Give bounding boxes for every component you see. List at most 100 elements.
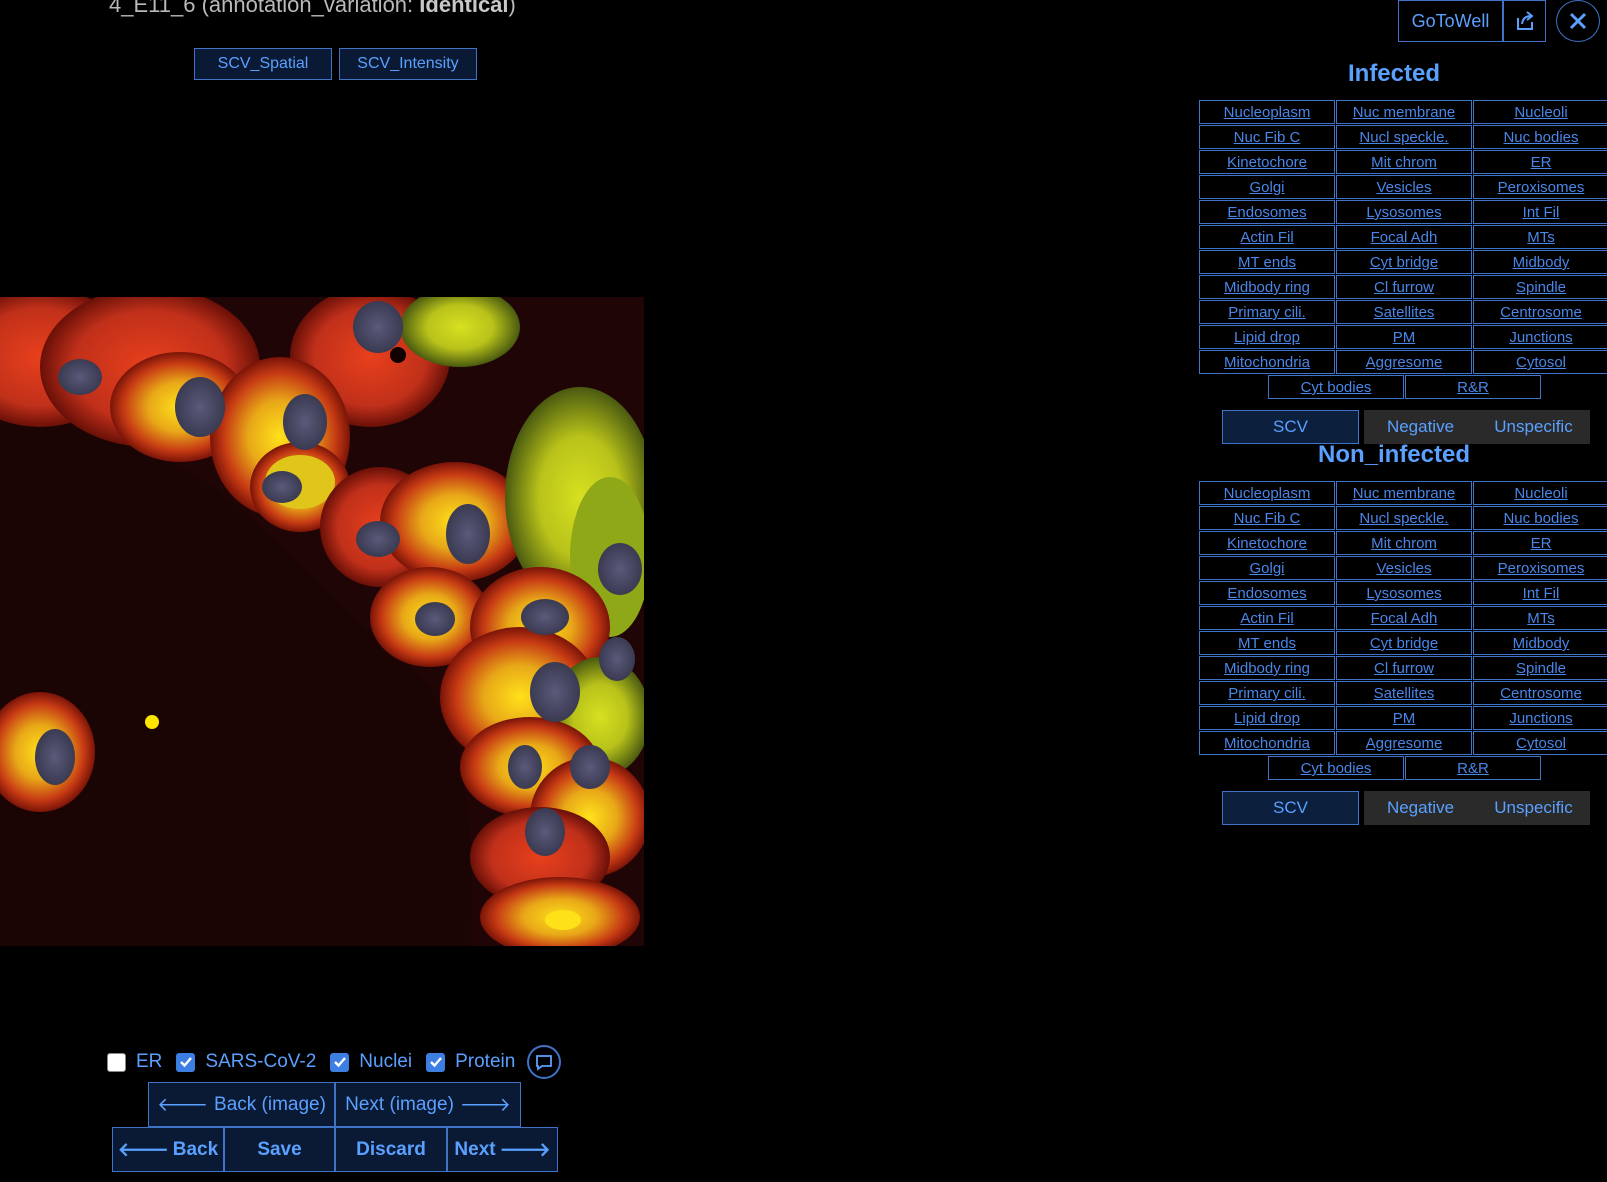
infected-cell[interactable]: Lysosomes <box>1336 200 1472 224</box>
save-button[interactable]: Save <box>224 1127 335 1172</box>
infected-cell[interactable]: Lipid drop <box>1199 325 1335 349</box>
infected-cell[interactable]: Actin Fil <box>1199 225 1335 249</box>
non-infected-cell[interactable]: Mitochondria <box>1199 731 1335 755</box>
infected-cell[interactable]: Nuc bodies <box>1473 125 1607 149</box>
back-button[interactable]: 🡐 Back <box>112 1127 224 1172</box>
infected-cell[interactable]: Cl furrow <box>1336 275 1472 299</box>
non-infected-cell[interactable]: Lipid drop <box>1199 706 1335 730</box>
infected-cell[interactable]: Mit chrom <box>1336 150 1472 174</box>
non-infected-cell[interactable]: Focal Adh <box>1336 606 1472 630</box>
non-infected-cell[interactable]: Cyt bodies <box>1268 756 1404 780</box>
infected-cell[interactable]: MT ends <box>1199 250 1335 274</box>
infected-cell[interactable]: Cytosol <box>1473 350 1607 374</box>
infected-cell[interactable]: MTs <box>1473 225 1607 249</box>
non-infected-cell[interactable]: Peroxisomes <box>1473 556 1607 580</box>
infected-cell[interactable]: Nuc membrane <box>1336 100 1472 124</box>
infected-cell[interactable]: Cyt bridge <box>1336 250 1472 274</box>
non-infected-cell[interactable]: R&R <box>1405 756 1541 780</box>
infected-cell[interactable]: Vesicles <box>1336 175 1472 199</box>
non-infected-cell[interactable]: Nucl speckle. <box>1336 506 1472 530</box>
non-infected-cell[interactable]: Actin Fil <box>1199 606 1335 630</box>
infected-cell[interactable]: Golgi <box>1199 175 1335 199</box>
non-infected-negative-button[interactable]: Negative <box>1364 791 1477 825</box>
nuclei-checkbox[interactable] <box>330 1052 350 1072</box>
non-infected-status-row: SCV Negative Unspecific <box>1222 791 1607 825</box>
infected-cell[interactable]: Satellites <box>1336 300 1472 324</box>
infected-cell[interactable]: Aggresome <box>1336 350 1472 374</box>
infected-cell[interactable]: Midbody <box>1473 250 1607 274</box>
non-infected-cell[interactable]: MT ends <box>1199 631 1335 655</box>
infected-cell[interactable]: Primary cili. <box>1199 300 1335 324</box>
infected-cell[interactable]: ER <box>1473 150 1607 174</box>
infected-negative-button[interactable]: Negative <box>1364 410 1477 444</box>
infected-cell[interactable]: Kinetochore <box>1199 150 1335 174</box>
infected-cell[interactable]: Junctions <box>1473 325 1607 349</box>
non-infected-cell[interactable]: Primary cili. <box>1199 681 1335 705</box>
non-infected-cell[interactable]: Kinetochore <box>1199 531 1335 555</box>
discard-button[interactable]: Discard <box>335 1127 447 1172</box>
infected-cell[interactable]: R&R <box>1405 375 1541 399</box>
infected-cell[interactable]: Focal Adh <box>1336 225 1472 249</box>
infected-cell[interactable]: Nuc Fib C <box>1199 125 1335 149</box>
infected-cell[interactable]: Midbody ring <box>1199 275 1335 299</box>
back-label: Back <box>172 1138 219 1160</box>
infected-cell[interactable]: Nucleoplasm <box>1199 100 1335 124</box>
infected-cell[interactable]: Peroxisomes <box>1473 175 1607 199</box>
infected-cell[interactable]: Mitochondria <box>1199 350 1335 374</box>
non-infected-scv-button[interactable]: SCV <box>1222 791 1359 825</box>
non-infected-cell[interactable]: Nuc Fib C <box>1199 506 1335 530</box>
infected-cell[interactable]: Centrosome <box>1473 300 1607 324</box>
comment-button[interactable] <box>527 1045 562 1079</box>
channel-toggles: ER SARS-CoV-2 Nuclei Protein <box>107 1045 562 1079</box>
infected-cell[interactable]: Int Fil <box>1473 200 1607 224</box>
close-icon <box>1569 12 1587 30</box>
close-button[interactable] <box>1556 0 1600 42</box>
non-infected-cell[interactable]: Cl furrow <box>1336 656 1472 680</box>
protein-checkbox[interactable] <box>426 1052 446 1072</box>
arrow-right-icon: 🡒 <box>459 1094 511 1116</box>
er-checkbox[interactable] <box>107 1052 126 1072</box>
next-button[interactable]: Next 🡒 <box>447 1127 558 1172</box>
non-infected-cell[interactable]: Satellites <box>1336 681 1472 705</box>
non-infected-cell[interactable]: Cytosol <box>1473 731 1607 755</box>
next-image-button[interactable]: Next (image) 🡒 <box>335 1082 521 1127</box>
infected-cell[interactable]: Cyt bodies <box>1268 375 1404 399</box>
non-infected-cell[interactable]: Aggresome <box>1336 731 1472 755</box>
nuclei-label: Nuclei <box>359 1051 413 1072</box>
non-infected-cell[interactable]: Lysosomes <box>1336 581 1472 605</box>
non-infected-unspecific-button[interactable]: Unspecific <box>1477 791 1590 825</box>
non-infected-cell[interactable]: PM <box>1336 706 1472 730</box>
infected-cell[interactable]: Endosomes <box>1199 200 1335 224</box>
non-infected-cell[interactable]: Mit chrom <box>1336 531 1472 555</box>
non-infected-cell[interactable]: Golgi <box>1199 556 1335 580</box>
infected-cell[interactable]: Nucleoli <box>1473 100 1607 124</box>
non-infected-cell[interactable]: Nuc membrane <box>1336 481 1472 505</box>
scv-intensity-button[interactable]: SCV_Intensity <box>339 48 477 80</box>
infected-unspecific-button[interactable]: Unspecific <box>1477 410 1590 444</box>
non-infected-cell[interactable]: Nucleoli <box>1473 481 1607 505</box>
share-button[interactable] <box>1503 0 1546 42</box>
non-infected-cell[interactable]: Nucleoplasm <box>1199 481 1335 505</box>
non-infected-cell[interactable]: Endosomes <box>1199 581 1335 605</box>
sars-cov-2-checkbox[interactable] <box>176 1052 196 1072</box>
infected-scv-button[interactable]: SCV <box>1222 410 1359 444</box>
cell-image <box>0 297 644 946</box>
non-infected-cell[interactable]: Spindle <box>1473 656 1607 680</box>
infected-cell[interactable]: Nucl speckle. <box>1336 125 1472 149</box>
back-image-button[interactable]: 🡐 Back (image) <box>148 1082 335 1127</box>
non-infected-cell[interactable]: Nuc bodies <box>1473 506 1607 530</box>
non-infected-cell[interactable]: Int Fil <box>1473 581 1607 605</box>
non-infected-cell[interactable]: Junctions <box>1473 706 1607 730</box>
non-infected-cell[interactable]: MTs <box>1473 606 1607 630</box>
infected-cell[interactable]: PM <box>1336 325 1472 349</box>
non-infected-cell[interactable]: ER <box>1473 531 1607 555</box>
goto-well-button[interactable]: GoToWell <box>1398 0 1503 42</box>
non-infected-cell[interactable]: Midbody ring <box>1199 656 1335 680</box>
non-infected-cell[interactable]: Midbody <box>1473 631 1607 655</box>
infected-cell[interactable]: Spindle <box>1473 275 1607 299</box>
scv-spatial-button[interactable]: SCV_Spatial <box>194 48 332 80</box>
non-infected-cell[interactable]: Vesicles <box>1336 556 1472 580</box>
title-suffix: ) <box>508 0 516 17</box>
non-infected-cell[interactable]: Cyt bridge <box>1336 631 1472 655</box>
non-infected-cell[interactable]: Centrosome <box>1473 681 1607 705</box>
